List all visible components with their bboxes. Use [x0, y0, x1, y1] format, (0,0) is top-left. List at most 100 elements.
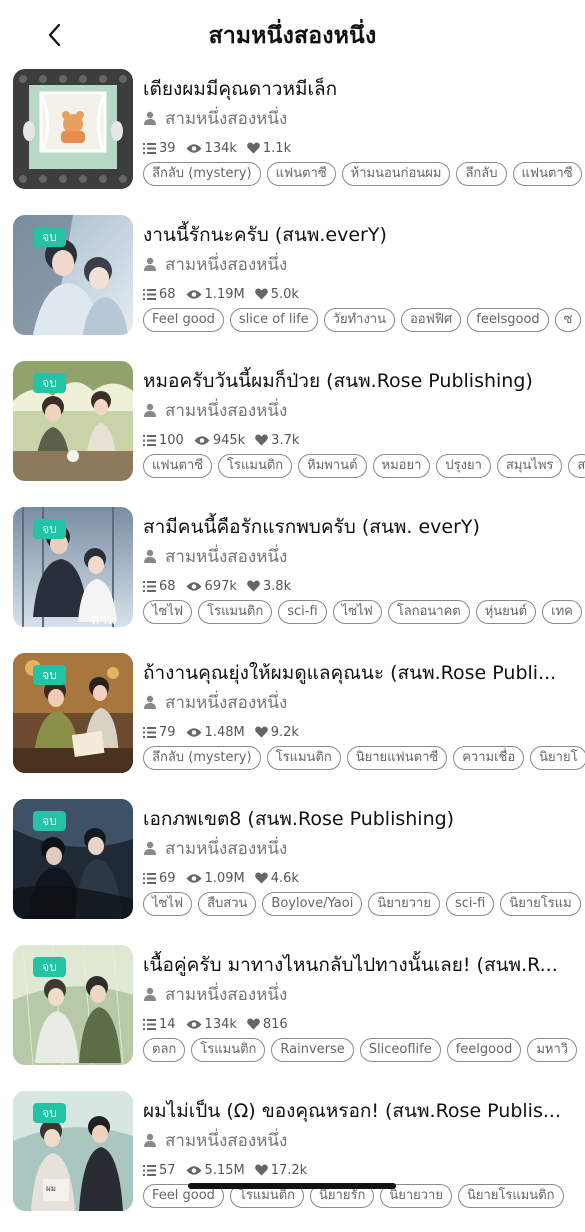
tag-chip[interactable]: ส — [568, 454, 585, 478]
novel-author[interactable]: สามหนึ่งสองหนึ่ง — [143, 544, 287, 568]
tag-chip[interactable]: โลกอนาคต — [387, 600, 470, 624]
novel-author[interactable]: สามหนึ่งสองหนึ่ง — [143, 982, 287, 1006]
novel-cover[interactable]: จบ — [13, 215, 133, 335]
tag-chip[interactable]: feelsgood — [467, 308, 549, 332]
tag-chip[interactable]: มหาวิ — [527, 1038, 578, 1062]
tag-chip[interactable]: ออฟฟิศ — [401, 308, 462, 332]
novel-item[interactable]: จบ หมอครับวันนี้ผมก็ป่วย (สนพ.Rose Publi… — [0, 356, 585, 502]
tag-chip[interactable]: ลึกลับ — [456, 162, 507, 186]
tag-chip[interactable]: แฟนตาซี — [512, 162, 582, 186]
novel-stats: 79 1.48M 9.2k — [143, 722, 299, 742]
tag-chip[interactable]: นิยายแฟนตาซี — [346, 746, 448, 770]
tag-chip[interactable]: หิมพานต์ — [298, 454, 367, 478]
tag-chip[interactable]: ไซไฟ — [143, 600, 193, 624]
novel-title[interactable]: เตียงผมมีคุณดาวหมีเล็ก — [143, 74, 573, 104]
novel-title[interactable]: ถ้างานคุณยุ่งให้ผมดูแลคุณนะ (สนพ.Rose Pu… — [143, 658, 573, 688]
view-count: 134k — [204, 1016, 237, 1032]
tag-row: ไซไฟ โรแมนติก sci-fi ไซไฟ โลกอนาคต หุ่นยนต์ เท… — [143, 600, 585, 626]
novel-author[interactable]: สามหนึ่งสองหนึ่ง — [143, 398, 287, 422]
list-icon — [143, 142, 156, 154]
author-name: สามหนึ่งสองหนึ่ง — [165, 546, 288, 567]
novel-item[interactable]: จบ เอกภพเขต8 (สนพ.Rose Publishing) สามหน… — [0, 794, 585, 940]
tag-chip[interactable]: โรแมนติก — [191, 1038, 266, 1062]
chapter-count: 14 — [159, 1016, 176, 1032]
chapter-count: 57 — [159, 1162, 176, 1178]
tag-chip[interactable]: Rainverse — [271, 1038, 354, 1062]
tag-chip[interactable]: ลึกลับ (mystery) — [143, 162, 261, 186]
tag-chip[interactable]: วัยทำงาน — [323, 308, 395, 332]
novel-author[interactable]: สามหนึ่งสองหนึ่ง — [143, 106, 287, 130]
chapter-count: 79 — [159, 724, 176, 740]
tag-chip[interactable]: ปรุงยา — [436, 454, 491, 478]
svg-text:สาม: สาม — [91, 612, 117, 627]
tag-chip[interactable]: โรแมนติก — [218, 454, 293, 478]
tag-chip[interactable]: ซ — [554, 308, 582, 332]
tag-chip[interactable]: ไซไฟ — [332, 600, 382, 624]
novel-cover[interactable]: จบ — [13, 653, 133, 773]
novel-title[interactable]: งานนี้รักนะครับ (สนพ.everY) — [143, 220, 573, 250]
tag-chip[interactable]: แฟนตาซี — [143, 454, 213, 478]
like-count: 4.6k — [270, 870, 299, 886]
tag-chip[interactable]: ไซไฟ — [143, 892, 193, 916]
tag-chip[interactable]: ห้ามนอนก่อนผม — [341, 162, 451, 186]
tag-chip[interactable]: slice of life — [229, 308, 318, 332]
novel-title[interactable]: ผมไม่เป็น (Ω) ของคุณหรอก! (สนพ.Rose Publ… — [143, 1096, 573, 1126]
novel-item[interactable]: เตียงผมมีคุณดาวหมีเล็ก สามหนึ่งสองหนึ่ง … — [0, 64, 585, 210]
novel-title[interactable]: เนื้อคู่ครับ มาทางไหนกลับไปทางนั้นเลย! (… — [143, 950, 573, 980]
tag-chip[interactable]: ตลก — [143, 1038, 186, 1062]
eye-icon — [186, 1019, 202, 1029]
like-count: 17.2k — [270, 1162, 308, 1178]
novel-author[interactable]: สามหนึ่งสองหนึ่ง — [143, 1128, 287, 1152]
tag-row: ไซไฟ สืบสวน Boylove/Yaoi นิยายวาย sci-fi นิยา… — [143, 892, 585, 918]
novel-item[interactable]: จบ ถ้างานคุณยุ่งให้ผมดูแลคุณนะ (สนพ.Rose… — [0, 648, 585, 794]
tag-chip[interactable]: Boylove/Yaoi — [262, 892, 363, 916]
novel-title[interactable]: เอกภพเขต8 (สนพ.Rose Publishing) — [143, 804, 573, 834]
novel-cover[interactable] — [13, 69, 133, 189]
user-icon — [144, 695, 156, 709]
novel-item[interactable]: สาม จบ สามีคนนี้คือรักแรกพบครับ (สนพ. ev… — [0, 502, 585, 648]
novel-item[interactable]: จบ เนื้อคู่ครับ มาทางไหนกลับไปทางนั้นเลย… — [0, 940, 585, 1086]
tag-chip[interactable]: สมุนไพร — [496, 454, 563, 478]
tag-chip[interactable]: โรแมนติก — [198, 600, 273, 624]
novel-title[interactable]: สามีคนนี้คือรักแรกพบครับ (สนพ. everY) — [143, 512, 573, 542]
novel-author[interactable]: สามหนึ่งสองหนึ่ง — [143, 690, 287, 714]
novel-author[interactable]: สามหนึ่งสองหนึ่ง — [143, 252, 287, 276]
tag-chip[interactable]: สืบสวน — [198, 892, 257, 916]
heart-icon — [247, 142, 260, 154]
novel-cover[interactable]: จบ — [13, 361, 133, 481]
tag-chip[interactable]: นิยายวาย — [368, 892, 440, 916]
novel-cover[interactable]: จบ — [13, 799, 133, 919]
novel-stats: 68 1.19M 5.0k — [143, 284, 299, 304]
like-count: 1.1k — [262, 140, 292, 156]
tag-chip[interactable]: feelgood — [446, 1038, 522, 1062]
novel-title[interactable]: หมอครับวันนี้ผมก็ป่วย (สนพ.Rose Publishi… — [143, 366, 573, 396]
heart-icon — [247, 1018, 260, 1030]
tag-chip[interactable]: Feel good — [143, 308, 224, 332]
novel-item[interactable]: จบ งานนี้รักนะครับ (สนพ.everY) สามหนึ่งส… — [0, 210, 585, 356]
tag-chip[interactable]: ลึกลับ (mystery) — [143, 746, 261, 770]
tag-chip[interactable]: ความเชื่อ — [453, 746, 525, 770]
tag-chip[interactable]: นิยายโรแม — [500, 892, 581, 916]
list-icon — [143, 1018, 156, 1030]
novel-cover[interactable]: ผม จบ — [13, 1091, 133, 1211]
user-icon — [144, 1133, 156, 1147]
tag-chip[interactable]: หุ่นยนต์ — [475, 600, 537, 624]
view-count: 697k — [204, 578, 237, 594]
tag-chip[interactable]: นิยายโ — [530, 746, 585, 770]
novel-cover[interactable]: จบ — [13, 945, 133, 1065]
tag-chip[interactable]: หมอยา — [372, 454, 431, 478]
novel-cover[interactable]: สาม จบ — [13, 507, 133, 627]
novel-item[interactable]: ผม จบ ผมไม่เป็น (Ω) ของคุณหรอก! (สนพ.Ros… — [0, 1086, 585, 1232]
novel-list: เตียงผมมีคุณดาวหมีเล็ก สามหนึ่งสองหนึ่ง … — [0, 64, 585, 1232]
tag-chip[interactable]: แฟนตาซี — [266, 162, 336, 186]
chapter-count: 69 — [159, 870, 176, 886]
tag-chip[interactable]: โรแมนติก — [266, 746, 341, 770]
tag-chip[interactable]: Sliceoflife — [359, 1038, 441, 1062]
tag-chip[interactable]: เทค — [542, 600, 582, 624]
novel-author[interactable]: สามหนึ่งสองหนึ่ง — [143, 836, 287, 860]
tag-chip[interactable]: sci-fi — [278, 600, 327, 624]
chapter-count: 68 — [159, 578, 176, 594]
tag-chip[interactable]: นิยายโรแมนติก — [457, 1184, 564, 1208]
tag-chip[interactable]: sci-fi — [445, 892, 495, 916]
home-indicator[interactable] — [188, 1183, 396, 1189]
